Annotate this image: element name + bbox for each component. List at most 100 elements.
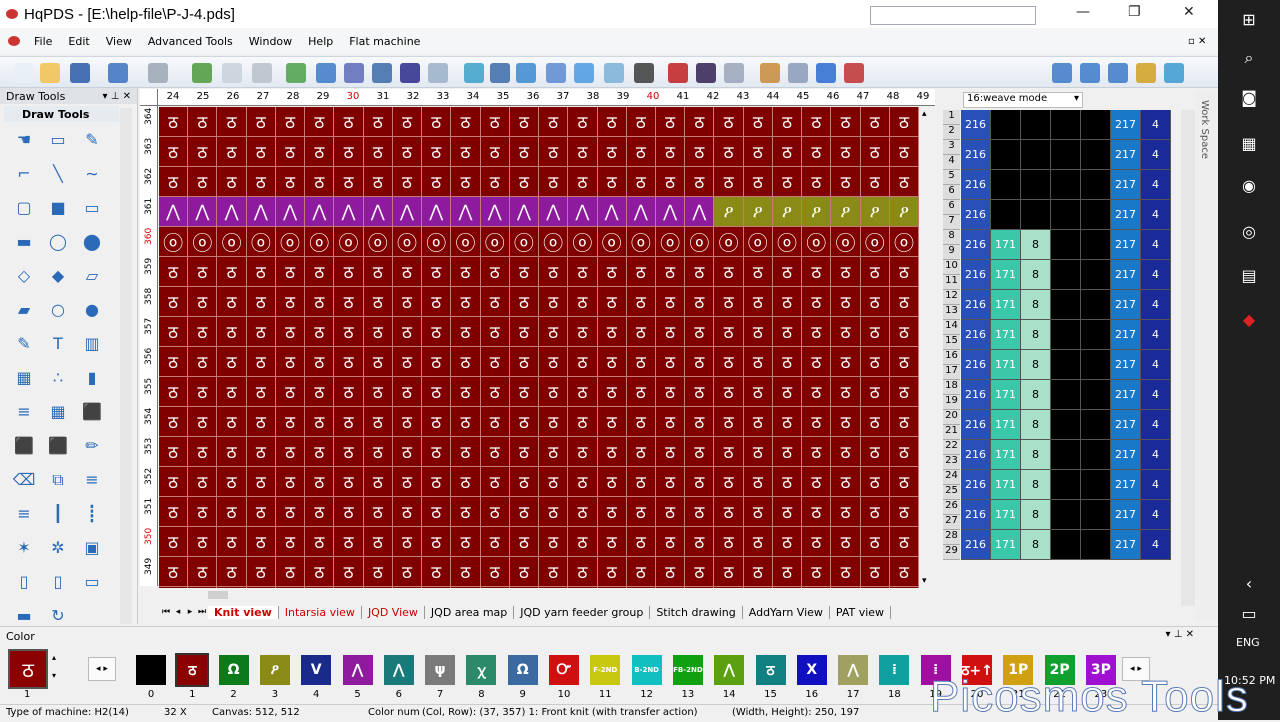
canvas-cell[interactable]: ठ [422,527,452,557]
weave-row[interactable]: 216 171 8 217 4 [961,410,1171,440]
canvas-cell[interactable]: ठ [188,407,218,437]
canvas-cell[interactable]: ठ [714,287,744,317]
color-swatch[interactable]: F-2ND [590,655,621,685]
canvas-cell[interactable]: ठ [860,377,890,407]
canvas-cell[interactable]: ठ [275,287,306,317]
squares-tool-icon[interactable]: ▦ [46,400,70,424]
menu-flat-machine[interactable]: Flat machine [341,35,428,48]
weave-cell[interactable]: 216 [961,500,991,530]
canvas-cell[interactable]: ठ [480,557,510,587]
weave-row[interactable]: 216 217 4 [961,110,1171,140]
canvas-cell[interactable]: ठ [275,467,306,497]
align-center-tool-icon[interactable]: ┃ [46,502,70,526]
tab-jqd-yarn-feeder-group[interactable]: JQD yarn feeder group [514,605,651,619]
canvas-cell[interactable]: ठ [159,347,189,377]
canvas-cell[interactable]: ठ [159,107,189,137]
canvas-cell[interactable]: ठ [217,317,247,347]
color-swatch[interactable] [136,655,166,685]
canvas-cell[interactable]: ⓞ [451,227,481,257]
canvas-cell[interactable]: ⋀ [275,197,306,227]
canvas-cell[interactable]: ठ [509,137,540,167]
canvas-cell[interactable]: ठ [831,317,861,347]
weave-cell[interactable]: 216 [961,410,991,440]
close-button[interactable]: ✕ [1183,4,1195,20]
canvas-cell[interactable]: ठ [363,377,393,407]
canvas-cell[interactable]: ठ [802,527,832,557]
canvas-cell[interactable]: ठ [889,557,919,587]
canvas-cell[interactable]: ठ [480,407,510,437]
canvas-cell[interactable]: ठ [743,257,773,287]
menu-edit[interactable]: Edit [60,35,97,48]
weave-cell[interactable]: 4 [1141,260,1171,290]
weave-cell[interactable] [991,200,1021,230]
canvas-cell[interactable]: ठ [626,137,656,167]
canvas-cell[interactable]: ⋀ [451,197,481,227]
language-indicator[interactable]: ENG [1236,636,1260,649]
canvas-cell[interactable]: ठ [217,347,247,377]
canvas-cell[interactable]: ठ [714,497,744,527]
canvas-cell[interactable]: ठ [363,107,393,137]
weave-cell[interactable]: 8 [1021,500,1051,530]
canvas-cell[interactable]: ठ [655,527,686,557]
canvas-cell[interactable]: ठ [539,377,569,407]
canvas-cell[interactable]: ठ [539,437,569,467]
canvas-cell[interactable]: ठ [597,107,627,137]
weave-cell[interactable]: 216 [961,290,991,320]
canvas-cell[interactable]: ठ [539,407,569,437]
canvas-cell[interactable]: ठ [451,407,481,437]
canvas-cell[interactable]: ठ [480,107,510,137]
tool3-toolbar-icon[interactable] [1080,63,1100,83]
diamond-tool-icon[interactable]: ◇ [12,264,36,288]
weave-cell[interactable]: 171 [991,230,1021,260]
canvas-cell[interactable]: ठ [597,437,627,467]
canvas-cell[interactable]: ठ [334,137,364,167]
canvas-cell[interactable]: ठ [802,287,832,317]
canvas-cell[interactable]: ठ [334,317,364,347]
canvas-cell[interactable]: ठ [305,377,335,407]
canvas-cell[interactable]: ठ [509,167,540,197]
canvas-cell[interactable]: ठ [831,467,861,497]
frame-tool-icon[interactable]: ▯ [46,570,70,594]
canvas-cell[interactable]: ዖ [714,197,744,227]
weave-cell[interactable] [1051,260,1081,290]
canvas-cell[interactable]: ठ [451,167,481,197]
canvas-cell[interactable]: ठ [889,497,919,527]
canvas-cell[interactable]: ठ [539,287,569,317]
copy-toolbar-icon[interactable] [222,63,242,83]
canvas-cell[interactable]: ठ [480,467,510,497]
canvas-cell[interactable]: ठ [714,107,744,137]
canvas-cell[interactable]: ठ [539,107,569,137]
canvas-cell[interactable]: ठ [831,557,861,587]
fill-tool-icon[interactable]: ⬛ [80,400,104,424]
canvas-cell[interactable]: ठ [509,497,540,527]
canvas-cell[interactable]: ठ [831,497,861,527]
eraser-tool-icon[interactable]: ▬ [12,604,36,628]
weave-cell[interactable] [1081,230,1111,260]
weave-cell[interactable]: 171 [991,500,1021,530]
canvas-cell[interactable]: ठ [480,317,510,347]
canvas-cell[interactable]: ठ [655,137,686,167]
weave-horizontal-scrollbar[interactable] [961,604,1181,618]
canvas-cell[interactable]: ठ [597,407,627,437]
canvas-cell[interactable]: ⓞ [626,227,656,257]
canvas-cell[interactable]: ठ [626,557,656,587]
canvas-cell[interactable]: ठ [480,287,510,317]
canvas-cell[interactable]: ठ [334,557,364,587]
canvas-cell[interactable]: ठ [509,467,540,497]
filled-circle-tool-icon[interactable]: ● [80,298,104,322]
weave-cell[interactable]: 216 [961,260,991,290]
color-swatch[interactable]: Ω [507,655,538,685]
canvas-cell[interactable]: ठ [802,347,832,377]
restore-doc-button[interactable]: ▫ ✕ [1188,36,1206,47]
canvas-cell[interactable]: ठ [159,377,189,407]
canvas-cell[interactable]: ठ [772,437,803,467]
canvas-cell[interactable]: ठ [392,257,423,287]
canvas-cell[interactable]: ठ [422,497,452,527]
canvas-cell[interactable]: ⋀ [655,197,686,227]
weave-cell[interactable] [1051,440,1081,470]
spray-tool-icon[interactable]: ⬛ [46,434,70,458]
weave-cell[interactable]: 216 [961,230,991,260]
canvas-cell[interactable]: ⋀ [246,197,276,227]
canvas-cell[interactable]: ठ [539,557,569,587]
canvas-cell[interactable]: ठ [743,407,773,437]
